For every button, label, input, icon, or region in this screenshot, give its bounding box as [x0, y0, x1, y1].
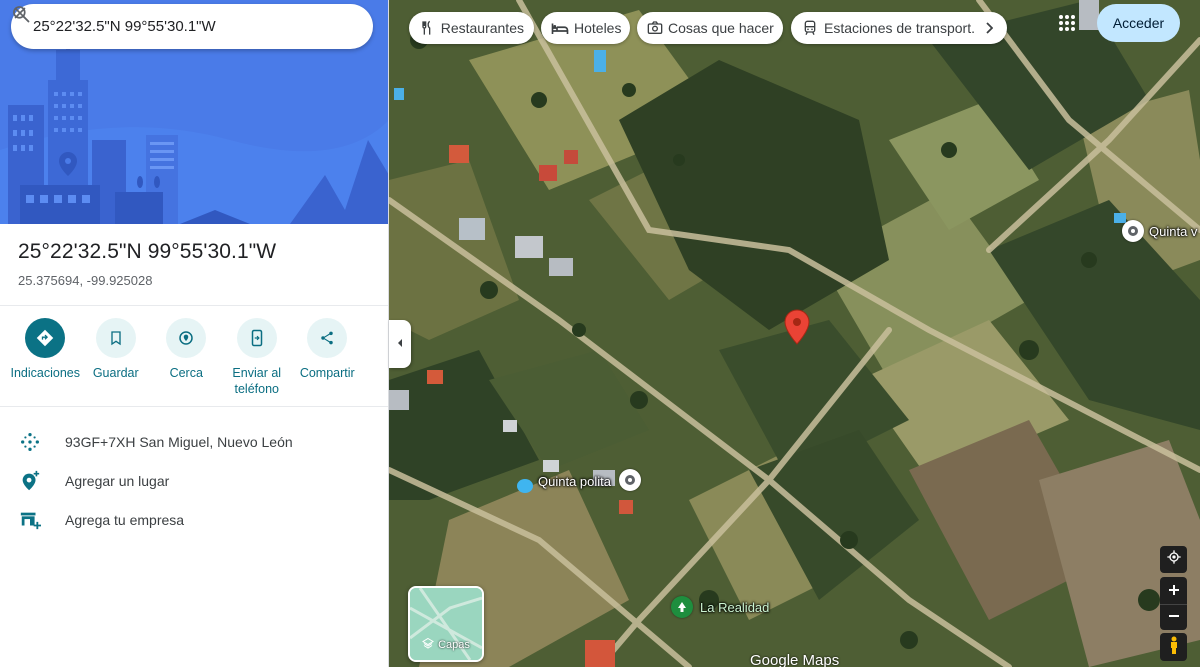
plus-icon [1168, 579, 1180, 602]
satellite-imagery [389, 0, 1200, 667]
layers-label: Capas [438, 638, 470, 651]
collapse-panel-button[interactable] [389, 320, 411, 368]
plus-code-row[interactable]: 93GF+7XH San Miguel, Nuevo León [18, 430, 293, 454]
transit-icon [801, 19, 819, 37]
add-place-row[interactable]: Agregar un lugar [18, 469, 169, 493]
search-input[interactable] [33, 18, 287, 35]
add-business-text: Agrega tu empresa [65, 512, 185, 528]
hotel-icon [551, 19, 569, 37]
restaurant-icon [419, 19, 436, 37]
add-business-icon [18, 508, 42, 532]
chip-hotels-label: Hoteles [574, 20, 622, 36]
pegman-icon [1168, 636, 1180, 659]
poi-marker-icon[interactable] [1122, 220, 1144, 242]
share-label: Compartir [299, 366, 355, 380]
directions-label: Indicaciones [10, 366, 81, 380]
map-label-la-realidad[interactable]: La Realidad [700, 600, 769, 615]
divider [0, 305, 388, 306]
nearby-label: Cerca [169, 366, 203, 380]
clear-search-button[interactable] [14, 7, 367, 47]
share-button[interactable]: Compartir [292, 318, 363, 397]
chip-restaurants-label: Restaurantes [440, 20, 524, 36]
save-label: Guardar [92, 366, 139, 380]
hero-illustration [0, 0, 388, 224]
map-label-quinta-polita[interactable]: Quinta polita [538, 474, 611, 489]
map-label-quinta-v[interactable]: Quinta v [1149, 224, 1197, 239]
poi-marker-icon[interactable] [619, 469, 641, 491]
side-panel: 25°22'32.5"N 99°55'30.1"W 25.375694, -99… [0, 0, 389, 667]
zoom-in-button[interactable] [1160, 577, 1187, 604]
apps-grid-icon [1058, 14, 1076, 37]
chip-transit-stations[interactable]: Estaciones de transport. [791, 12, 1007, 44]
street-view-button[interactable] [1160, 633, 1187, 661]
zoom-out-button[interactable] [1160, 604, 1187, 630]
chip-things-to-do-label: Cosas que hacer [668, 20, 774, 36]
action-buttons: Indicaciones Guardar Cerca Enviar al tel… [10, 318, 380, 397]
camera-icon [647, 19, 663, 37]
layers-icon [422, 637, 435, 652]
bookmark-icon [95, 318, 136, 358]
search-box [11, 4, 373, 49]
send-to-phone-icon [236, 318, 277, 358]
layers-label-wrap: Capas [410, 637, 482, 652]
layers-button[interactable]: Capas [408, 586, 484, 662]
add-business-row[interactable]: Agrega tu empresa [18, 508, 184, 532]
divider [0, 406, 388, 407]
plus-code-text: 93GF+7XH San Miguel, Nuevo León [65, 434, 293, 450]
chip-restaurants[interactable]: Restaurantes [409, 12, 534, 44]
chip-transit-stations-label: Estaciones de transport. [824, 20, 975, 36]
minus-icon [1168, 609, 1180, 627]
chevron-left-icon [396, 335, 404, 353]
share-icon [307, 318, 348, 358]
add-place-text: Agregar un lugar [65, 473, 170, 489]
save-button[interactable]: Guardar [81, 318, 152, 397]
search-button[interactable] [13, 6, 327, 47]
directions-icon [25, 318, 66, 358]
place-title: 25°22'32.5"N 99°55'30.1"W [18, 240, 277, 263]
plus-code-icon [18, 430, 42, 454]
satellite-map[interactable]: Quinta v Quinta polita La Realidad [389, 0, 1200, 667]
add-place-icon [18, 469, 42, 493]
google-apps-button[interactable] [1054, 12, 1080, 38]
nearby-icon [166, 318, 207, 358]
google-maps-watermark: Google Maps [750, 652, 840, 667]
chip-hotels[interactable]: Hoteles [541, 12, 630, 44]
my-location-button[interactable] [1160, 546, 1187, 573]
send-to-phone-button[interactable]: Enviar al teléfono [222, 318, 293, 397]
park-marker-icon[interactable] [671, 596, 693, 618]
place-coordinates: 25.375694, -99.925028 [18, 273, 153, 288]
send-to-phone-label: Enviar al teléfono [232, 366, 282, 396]
chip-things-to-do[interactable]: Cosas que hacer [637, 12, 783, 44]
my-location-icon [1166, 549, 1182, 570]
nearby-button[interactable]: Cerca [151, 318, 222, 397]
directions-button[interactable]: Indicaciones [10, 318, 81, 397]
sign-in-button[interactable]: Acceder [1097, 4, 1180, 42]
chevron-right-icon[interactable] [985, 22, 993, 34]
